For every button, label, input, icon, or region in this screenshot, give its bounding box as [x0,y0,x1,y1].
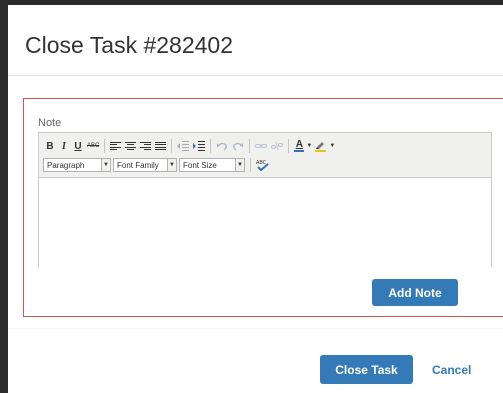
spellcheck-button[interactable]: ABC [254,157,272,173]
note-panel: Note B I U ABC A ▼ ▼ Paragraph ▼ Font Fa… [23,98,503,317]
font-family-select-value: Font Family [117,160,159,170]
svg-text:ABC: ABC [256,160,267,166]
toolbar-separator [171,139,173,153]
add-note-button[interactable]: Add Note [372,279,458,306]
font-size-select[interactable]: Font Size ▼ [179,158,245,172]
spellcheck-icon: ABC [256,160,269,171]
cancel-link[interactable]: Cancel [432,363,471,377]
underline-button[interactable]: U [71,138,85,154]
footer-divider [8,328,503,329]
bold-button-label: B [46,140,54,152]
format-select-value: Paragraph [47,160,85,170]
chevron-down-icon: ▼ [329,143,336,149]
outdent-icon [177,141,190,151]
align-left-button[interactable] [108,138,123,154]
font-size-select-value: Font Size [183,160,217,170]
align-center-icon [125,141,137,151]
strikethrough-button[interactable]: ABC [85,138,101,154]
toolbar-separator [249,139,251,153]
highlight-icon [315,142,327,152]
insert-link-button[interactable] [253,138,269,154]
underline-button-label: U [74,140,82,152]
toolbar-separator [250,158,251,172]
header-divider [8,75,503,76]
chevron-down-icon: ▼ [101,159,110,171]
indent-button[interactable] [191,138,207,154]
undo-button[interactable] [214,138,230,154]
modal-title: Close Task #282402 [25,32,233,58]
link-icon [255,144,268,148]
redo-icon [233,142,244,151]
chevron-down-icon: ▼ [167,159,176,171]
bold-button[interactable]: B [43,138,57,154]
highlight-color-button[interactable] [312,138,329,154]
close-task-button[interactable]: Close Task [320,355,413,384]
toolbar-separator [104,139,106,153]
highlight-color-dropdown[interactable]: ▼ [329,138,335,154]
italic-button-label: I [62,140,66,152]
font-color-letter: A [295,139,303,150]
font-color-swatch [294,150,305,152]
align-right-button[interactable] [138,138,153,154]
unlink-icon [271,141,284,151]
font-family-select[interactable]: Font Family ▼ [113,158,177,172]
editor-toolbar-row-2: Paragraph ▼ Font Family ▼ Font Size ▼ AB… [43,157,272,173]
format-select[interactable]: Paragraph ▼ [43,158,111,172]
chevron-down-icon: ▼ [235,159,244,171]
close-task-modal: Close Task #282402 Note B I U ABC A ▼ ▼ … [8,5,503,393]
unlink-button[interactable] [269,138,285,154]
font-color-button[interactable]: A [292,138,306,154]
note-label: Note [38,117,62,129]
toolbar-separator [210,139,212,153]
font-color-icon: A [294,139,305,152]
modal-backdrop-left [0,0,8,393]
toolbar-separator [288,139,290,153]
italic-button[interactable]: I [57,138,71,154]
align-right-icon [140,141,152,151]
note-content-area[interactable] [39,177,491,267]
rich-text-editor: B I U ABC A ▼ ▼ Paragraph ▼ Font Family … [38,132,492,267]
editor-toolbar-row-1: B I U ABC A ▼ ▼ [43,137,335,155]
justify-button[interactable] [153,138,168,154]
align-center-button[interactable] [123,138,138,154]
undo-icon [217,142,228,151]
indent-icon [193,141,206,151]
align-left-icon [110,141,122,151]
outdent-button[interactable] [175,138,191,154]
strikethrough-button-label: ABC [87,143,100,149]
justify-icon [155,141,167,151]
redo-button[interactable] [230,138,246,154]
